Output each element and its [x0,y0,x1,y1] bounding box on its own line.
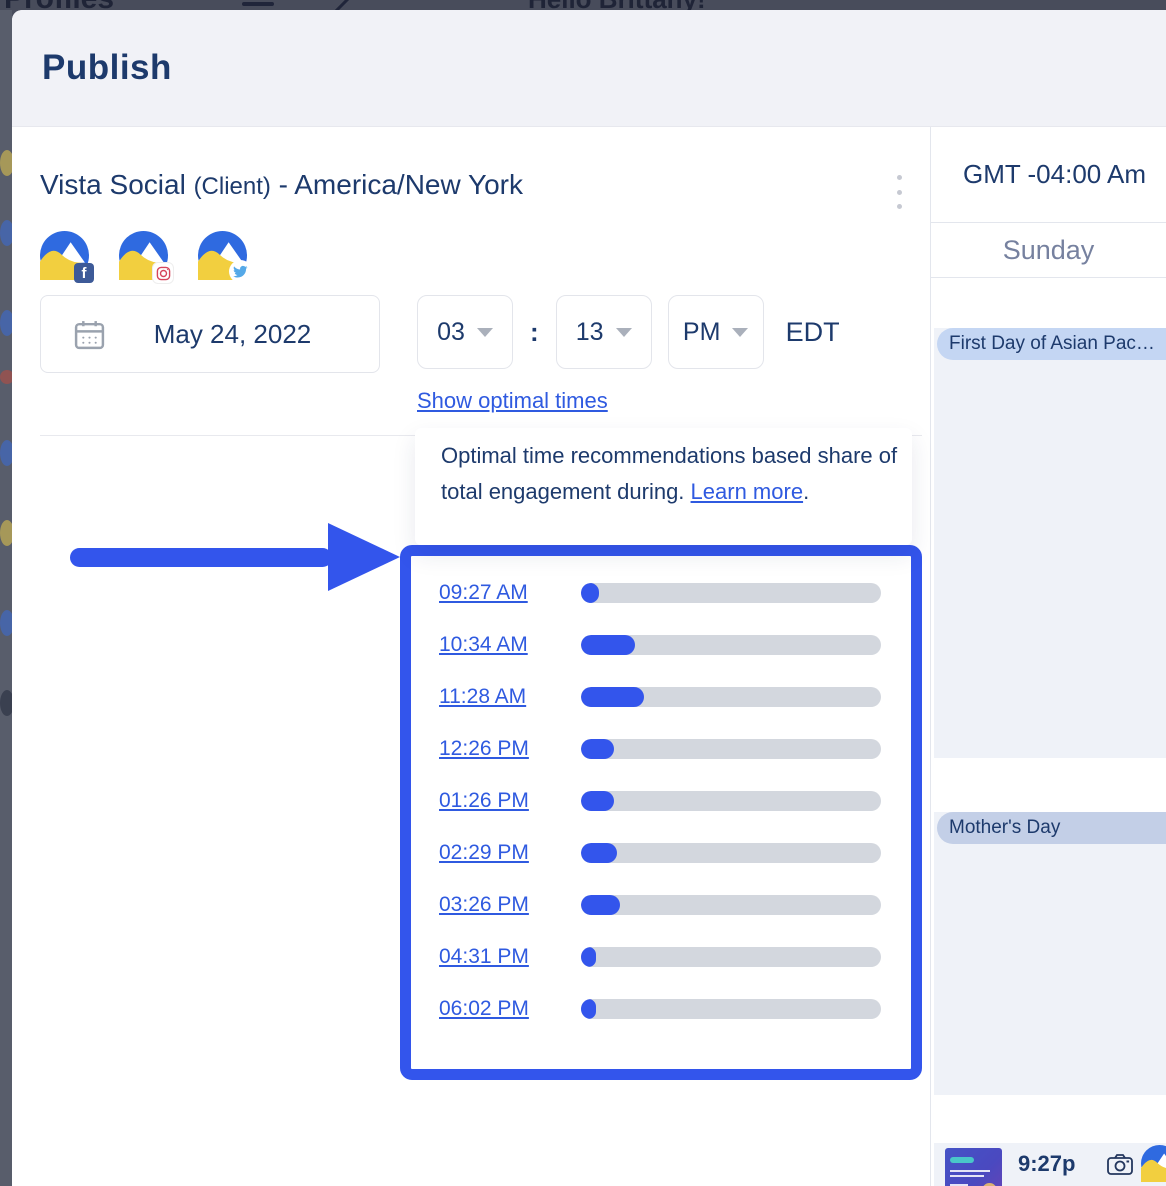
engagement-bar [581,947,881,967]
calendar-event-holiday[interactable]: Mother's Day [937,812,1166,844]
connected-profiles: f [40,231,247,280]
optimal-time-link[interactable]: 02:29 PM [439,841,581,865]
optimal-time-link[interactable]: 12:26 PM [439,737,581,761]
engagement-bar-fill [581,843,617,863]
twitter-icon [229,260,252,283]
meridiem-select[interactable]: PM [668,295,764,369]
optimal-time-row: 10:34 AM [439,619,911,671]
engagement-bar [581,687,881,707]
engagement-bar-fill [581,791,614,811]
optimal-time-row: 02:29 PM [439,827,911,879]
entity-qualifier: (Client) [194,173,271,200]
optimal-times-tooltip: Optimal time recommendations based share… [415,428,912,545]
post-profile-avatar [1141,1145,1166,1182]
engagement-bar-fill [581,687,644,707]
timezone-abbr: EDT [786,317,840,348]
optimal-time-row: 03:26 PM [439,879,911,931]
chevron-down-icon [732,328,748,337]
entity-name: Vista Social [40,169,194,200]
background-profiles-strip [0,10,12,1186]
calendar-cell[interactable]: 9:27p [934,1143,1166,1186]
optimal-time-row: 11:28 AM [439,671,911,723]
tooltip-line3: during. [617,479,690,504]
engagement-bar-fill [581,739,614,759]
engagement-bar-fill [581,947,596,967]
engagement-bar [581,635,881,655]
learn-more-link[interactable]: Learn more [691,479,804,504]
engagement-bar [581,843,881,863]
calendar-icon [73,318,106,351]
calendar-day-header: Sunday [931,223,1166,278]
page-title: Publish [42,48,172,88]
optimal-time-link[interactable]: 03:26 PM [439,893,581,917]
optimal-time-link[interactable]: 06:02 PM [439,997,581,1021]
date-picker[interactable]: May 24, 2022 [40,295,380,373]
background-app-header: Profiles Hello Brittany! [0,0,1166,10]
profile-avatar-facebook[interactable]: f [40,231,89,280]
profile-group-title: Vista Social (Client) - America/New York [40,169,523,201]
engagement-bar-fill [581,999,596,1019]
optimal-time-row: 01:26 PM [439,775,911,827]
profile-avatar-twitter[interactable] [198,231,247,280]
engagement-bar-fill [581,583,599,603]
modal-header: Publish [12,10,1166,127]
facebook-icon: f [74,263,94,283]
optimal-time-link[interactable]: 04:31 PM [439,945,581,969]
calendar-event-holiday[interactable]: First Day of Asian Pac… [937,328,1166,360]
hamburger-menu-icon [242,2,274,10]
engagement-bar [581,583,881,603]
show-optimal-times-link[interactable]: Show optimal times [417,388,608,414]
optimal-time-link[interactable]: 11:28 AM [439,685,581,709]
engagement-bar [581,895,881,915]
chevron-down-icon [477,328,493,337]
calendar-cell[interactable]: Mother's Day [934,812,1166,1095]
background-greeting: Hello Brittany! [528,0,706,10]
edit-icon [328,0,351,10]
hour-value: 03 [437,318,465,347]
calendar-timezone-header: GMT -04:00 Am [931,127,1166,223]
post-thumbnail [945,1148,1002,1186]
app-root: Profiles Hello Brittany! Publish Vista S… [0,0,1166,1186]
instagram-icon [153,263,173,283]
profile-avatar-instagram[interactable] [119,231,168,280]
optimal-time-row: 09:27 AM [439,567,911,619]
meridiem-value: PM [683,318,721,347]
annotation-arrow-head [328,523,400,591]
engagement-bar-fill [581,895,620,915]
engagement-bar [581,999,881,1019]
minute-value: 13 [576,318,604,347]
engagement-bar [581,739,881,759]
optimal-time-row: 04:31 PM [439,931,911,983]
engagement-bar-fill [581,635,635,655]
publish-modal: Publish Vista Social (Client) - America/… [12,10,1166,1186]
more-options-button[interactable] [890,175,908,209]
tooltip-line1: Optimal time recommendations [441,443,745,468]
date-value: May 24, 2022 [132,319,359,350]
optimal-time-row: 06:02 PM [439,983,911,1035]
calendar-panel: GMT -04:00 Am Sunday First Day of Asian … [930,127,1166,1186]
optimal-time-link[interactable]: 10:34 AM [439,633,581,657]
optimal-times-list: 09:27 AM 10:34 AM 11:28 AM 12:26 PM 01:26 PM… [400,545,922,1080]
annotation-arrow [70,548,332,567]
entity-timezone: - America/New York [271,169,523,200]
minute-select[interactable]: 13 [556,295,652,369]
schedule-controls: May 24, 2022 03 : 13 [40,295,840,414]
camera-icon [1106,1152,1134,1176]
chevron-down-icon [616,328,632,337]
optimal-time-link[interactable]: 09:27 AM [439,581,581,605]
background-page-title: Profiles [4,0,114,10]
optimal-time-link[interactable]: 01:26 PM [439,789,581,813]
time-separator: : [530,317,539,348]
optimal-time-row: 12:26 PM [439,723,911,775]
post-time: 9:27p [1018,1151,1075,1177]
engagement-bar [581,791,881,811]
scheduled-post-card[interactable]: 9:27p [934,1143,1166,1186]
calendar-cell[interactable]: First Day of Asian Pac… [934,328,1166,758]
composer-panel: Vista Social (Client) - America/New York… [12,127,930,1186]
hour-select[interactable]: 03 [417,295,513,369]
